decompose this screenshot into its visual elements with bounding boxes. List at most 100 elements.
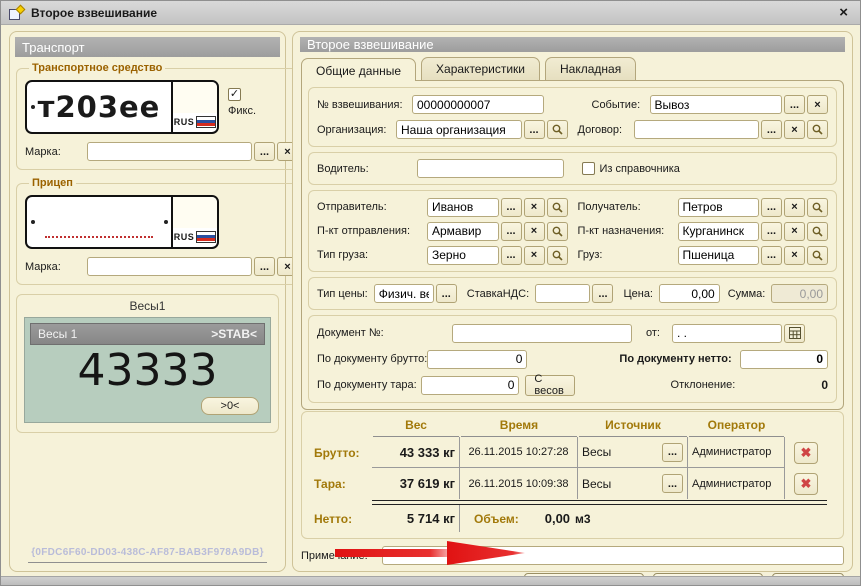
contract-search-button[interactable] bbox=[807, 120, 828, 139]
cargo-input[interactable] bbox=[677, 245, 759, 265]
departure-input[interactable] bbox=[427, 221, 499, 241]
parties-group: Отправитель: ... × Получатель: ... × bbox=[308, 190, 837, 272]
from-catalog-checkbox[interactable] bbox=[581, 162, 595, 175]
receiver-input[interactable] bbox=[677, 197, 759, 217]
fixed-checkbox[interactable]: ✓ bbox=[228, 88, 241, 101]
sender-clear-button[interactable]: × bbox=[523, 197, 545, 217]
main-info-group: № взвешивания: Событие: ... × Организаци… bbox=[308, 87, 837, 147]
gross-delete-cell: ✖ bbox=[785, 437, 827, 468]
vehicle-plate-number[interactable]: т203ее bbox=[38, 90, 161, 124]
tab-characteristics[interactable]: Характеристики bbox=[421, 57, 541, 80]
departure-clear-button[interactable]: × bbox=[523, 221, 545, 241]
doc-number-input[interactable] bbox=[452, 323, 632, 343]
destination-clear-button[interactable]: × bbox=[784, 221, 805, 241]
vat-input[interactable] bbox=[535, 284, 591, 303]
vehicle-group-legend: Транспортное средство bbox=[32, 62, 163, 74]
contract-select-button[interactable]: ... bbox=[761, 120, 782, 139]
vat-label: СтавкаНДС: bbox=[466, 287, 530, 300]
cargo-clear-button[interactable]: × bbox=[784, 245, 805, 265]
destination-input[interactable] bbox=[677, 221, 759, 241]
gross-time: 26.11.2015 10:27:28 bbox=[460, 437, 578, 468]
sender-search-button[interactable] bbox=[546, 197, 568, 217]
trailer-brand-select-button[interactable]: ... bbox=[254, 257, 275, 276]
scale-weight-value: 43333 bbox=[77, 345, 218, 396]
organization-input[interactable] bbox=[396, 120, 522, 139]
tare-delete-button[interactable]: ✖ bbox=[794, 472, 818, 495]
tare-source-cell: Весы ... bbox=[578, 468, 688, 499]
trailer-brand-input[interactable] bbox=[87, 257, 252, 276]
destination-select-button[interactable]: ... bbox=[761, 221, 782, 241]
event-select-button[interactable]: ... bbox=[784, 95, 805, 114]
cargo-type-label: Тип груза: bbox=[317, 249, 369, 261]
gross-source-select-button[interactable]: ... bbox=[662, 442, 683, 462]
trailer-plate-input-line[interactable] bbox=[45, 236, 153, 238]
event-clear-button[interactable]: × bbox=[807, 95, 828, 114]
gross-weight: 43 333 кг bbox=[372, 437, 460, 468]
doc-gross-input[interactable] bbox=[427, 349, 528, 369]
doc-gross-label: По документу брутто: bbox=[317, 353, 428, 365]
doc-net-input[interactable] bbox=[739, 349, 828, 369]
contract-clear-button[interactable]: × bbox=[784, 120, 805, 139]
organization-search-button[interactable] bbox=[546, 120, 568, 139]
weights-table: Вес Время Источник Оператор Брутто: 43 3… bbox=[301, 411, 844, 539]
tab-bar: Общие данные Характеристики Накладная bbox=[301, 57, 846, 81]
cargo-type-select-button[interactable]: ... bbox=[500, 245, 522, 265]
cargo-type-search-button[interactable] bbox=[546, 245, 568, 265]
close-window-button[interactable]: × bbox=[835, 5, 852, 20]
price-input[interactable] bbox=[659, 284, 720, 303]
doc-date-calendar-button[interactable] bbox=[784, 323, 805, 343]
trailer-plate[interactable]: RUS bbox=[25, 195, 219, 249]
net-weight: 5 714 кг bbox=[372, 505, 460, 532]
gross-row-label: Брутто: bbox=[314, 445, 360, 460]
tare-time: 26.11.2015 10:09:38 bbox=[460, 468, 578, 499]
red-arrow-annotation bbox=[335, 541, 525, 565]
trailer-plate-region[interactable] bbox=[173, 197, 217, 228]
weighing-number-input[interactable] bbox=[412, 95, 544, 114]
contract-input[interactable] bbox=[633, 120, 759, 139]
departure-select-button[interactable]: ... bbox=[500, 221, 522, 241]
scale-zero-button[interactable]: >0< bbox=[201, 397, 259, 415]
cargo-select-button[interactable]: ... bbox=[761, 245, 782, 265]
scales-group-caption: Весы1 bbox=[129, 299, 166, 313]
tab-general[interactable]: Общие данные bbox=[301, 58, 417, 81]
organization-select-button[interactable]: ... bbox=[523, 120, 545, 139]
gross-delete-button[interactable]: ✖ bbox=[794, 441, 818, 464]
vehicle-brand-select-button[interactable]: ... bbox=[254, 142, 275, 161]
event-input[interactable] bbox=[649, 95, 782, 114]
doc-date-input[interactable] bbox=[672, 323, 782, 343]
destination-search-button[interactable] bbox=[807, 221, 828, 241]
tab-page-general: № взвешивания: Событие: ... × Организаци… bbox=[301, 80, 844, 410]
tab-invoice[interactable]: Накладная bbox=[545, 57, 637, 80]
doc-tare-input[interactable] bbox=[420, 375, 520, 395]
price-type-input[interactable] bbox=[373, 284, 434, 303]
vehicle-plate[interactable]: т203ее RUS bbox=[25, 80, 219, 134]
cargo-type-input[interactable] bbox=[427, 245, 499, 265]
gross-source-cell: Весы ... bbox=[578, 437, 688, 468]
receiver-search-button[interactable] bbox=[807, 197, 828, 217]
col-header-operator: Оператор bbox=[689, 415, 784, 437]
sender-input[interactable] bbox=[427, 197, 499, 217]
cargo-label: Груз: bbox=[577, 249, 603, 261]
titlebar[interactable]: Второе взвешивание × bbox=[1, 1, 860, 25]
doc-net-label: По документу нетто: bbox=[619, 353, 732, 365]
price-group: Тип цены: ... СтавкаНДС: ... Цена: Сумма… bbox=[308, 277, 837, 310]
receiver-clear-button[interactable]: × bbox=[784, 197, 805, 217]
cargo-search-button[interactable] bbox=[807, 245, 828, 265]
tare-source: Весы bbox=[582, 476, 612, 491]
tare-source-select-button[interactable]: ... bbox=[662, 474, 683, 493]
vehicle-plate-region[interactable] bbox=[173, 82, 217, 113]
scale-name: Весы 1 bbox=[38, 327, 78, 341]
event-label: Событие: bbox=[591, 98, 641, 111]
scales-group: Весы1 Весы 1 >STAB< 43333 >0< bbox=[16, 294, 279, 433]
cargo-type-clear-button[interactable]: × bbox=[523, 245, 545, 265]
price-type-select-button[interactable]: ... bbox=[435, 284, 457, 303]
vehicle-brand-input[interactable] bbox=[87, 142, 252, 161]
vat-select-button[interactable]: ... bbox=[592, 284, 614, 303]
window-title: Второе взвешивание bbox=[31, 5, 158, 20]
guid-area: {0FDC6F60-DD03-438C-AF87-BAB3F978A9DB} bbox=[14, 547, 281, 567]
receiver-select-button[interactable]: ... bbox=[761, 197, 782, 217]
from-scales-button[interactable]: С весов bbox=[525, 373, 575, 397]
departure-search-button[interactable] bbox=[546, 221, 568, 241]
driver-input[interactable] bbox=[417, 159, 564, 178]
sender-select-button[interactable]: ... bbox=[500, 197, 522, 217]
